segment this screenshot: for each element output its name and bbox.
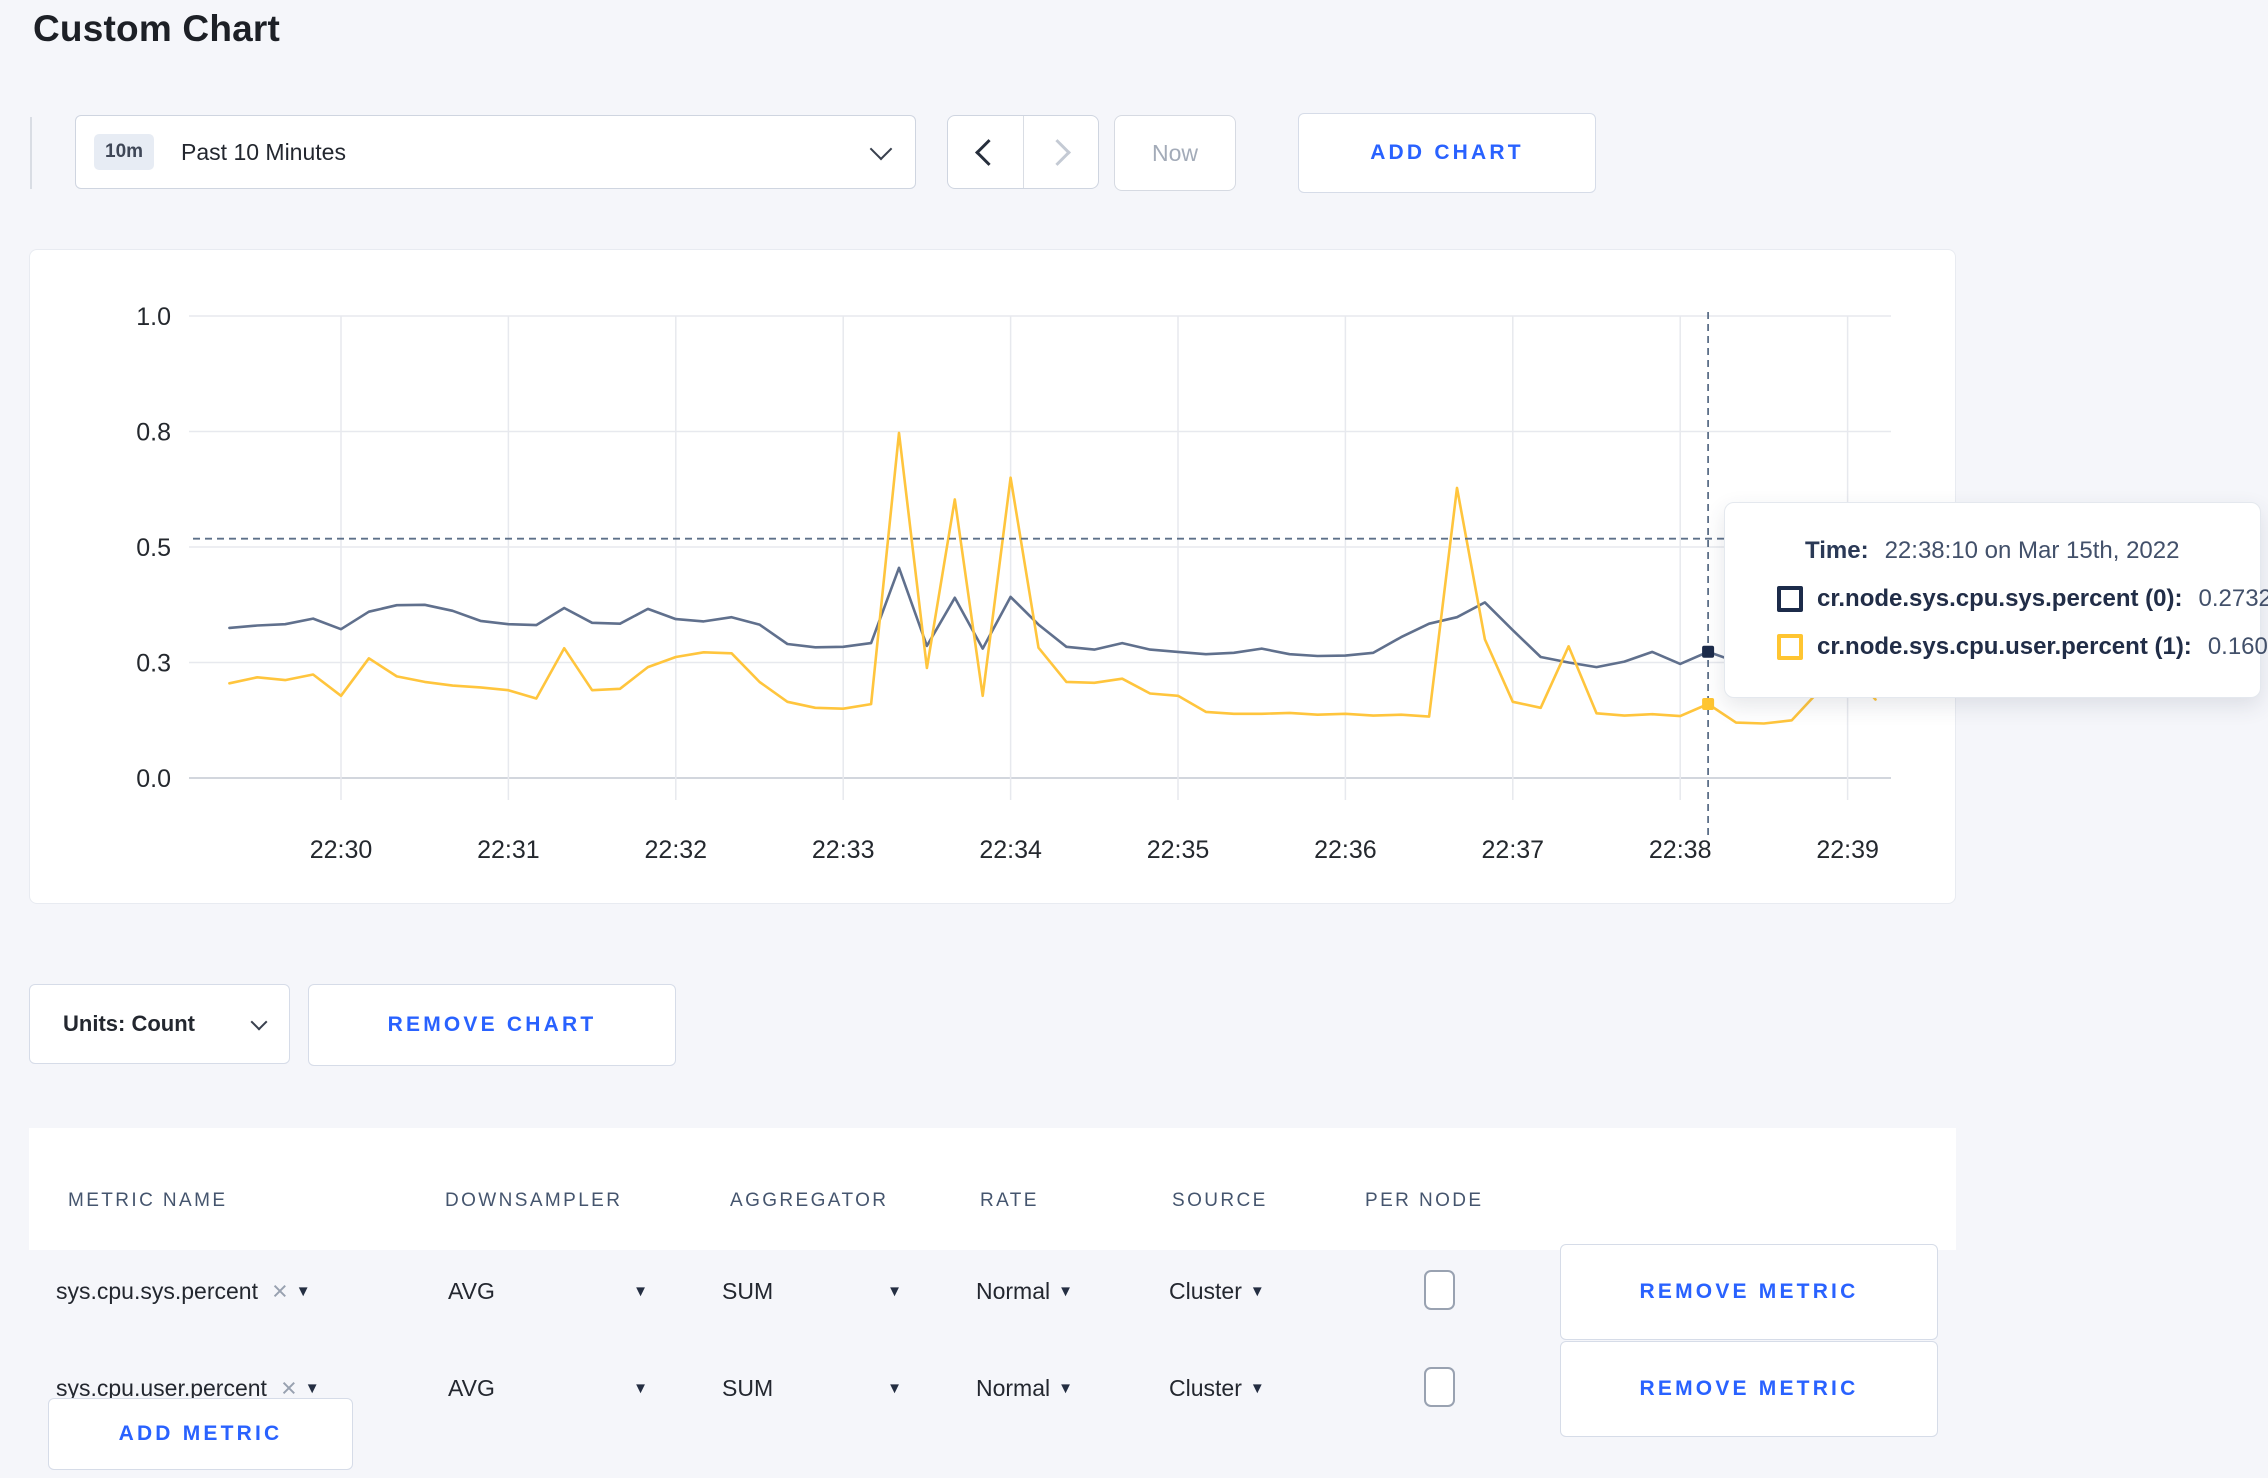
svg-text:22:34: 22:34 [979, 836, 1042, 864]
series-color-swatch-icon [1777, 634, 1803, 660]
units-select[interactable]: Units: Count [29, 984, 290, 1064]
header-per-node: PER NODE [1365, 1190, 1484, 1211]
tooltip-time-value: 22:38:10 on Mar 15th, 2022 [1884, 537, 2180, 564]
rate-select[interactable]: Normal ▼ [976, 1341, 1073, 1435]
metrics-table-header: METRIC NAME DOWNSAMPLER AGGREGATOR RATE … [29, 1128, 1956, 1250]
chevron-down-icon [250, 1013, 268, 1030]
svg-text:0.3: 0.3 [136, 650, 171, 678]
svg-text:0.0: 0.0 [136, 765, 171, 793]
next-time-button[interactable] [1022, 116, 1099, 188]
aggregator-select[interactable]: SUM ▼ [722, 1244, 902, 1338]
tooltip-series-value: 0.2732 [2198, 585, 2268, 612]
chevron-down-icon [869, 137, 893, 160]
toolbar-divider [30, 117, 32, 189]
aggregator-select[interactable]: SUM ▼ [722, 1341, 902, 1435]
remove-metric-button[interactable]: REMOVE METRIC [1560, 1341, 1938, 1437]
time-range-select[interactable]: 10m Past 10 Minutes [75, 115, 916, 189]
svg-text:0.8: 0.8 [136, 419, 171, 447]
tooltip-series-row: cr.node.sys.cpu.user.percent (1): 0.1601 [1777, 633, 2268, 661]
chevron-left-icon [974, 138, 1002, 166]
caret-down-icon: ▼ [1249, 1282, 1265, 1300]
time-range-badge: 10m [94, 134, 155, 170]
svg-text:22:33: 22:33 [812, 836, 875, 864]
downsampler-value: AVG [448, 1277, 495, 1304]
chevron-right-icon [1044, 138, 1072, 166]
downsampler-select[interactable]: AVG ▼ [448, 1244, 648, 1338]
time-range-label: Past 10 Minutes [181, 138, 346, 165]
header-downsampler: DOWNSAMPLER [445, 1190, 623, 1211]
caret-down-icon: ▼ [633, 1379, 648, 1397]
tooltip-series-name: cr.node.sys.cpu.user.percent (1): [1817, 633, 2192, 660]
chart-tooltip: Time: 22:38:10 on Mar 15th, 2022 cr.node… [1724, 502, 2268, 698]
remove-chart-button[interactable]: REMOVE CHART [308, 984, 676, 1066]
rate-select[interactable]: Normal ▼ [976, 1244, 1073, 1338]
aggregator-value: SUM [722, 1374, 774, 1401]
svg-text:1.0: 1.0 [136, 303, 171, 331]
add-chart-button[interactable]: ADD CHART [1298, 113, 1596, 193]
header-aggregator: AGGREGATOR [730, 1190, 889, 1211]
svg-text:22:31: 22:31 [477, 836, 540, 864]
tooltip-time-row: Time: 22:38:10 on Mar 15th, 2022 [1777, 537, 2236, 565]
svg-text:22:32: 22:32 [645, 836, 708, 864]
caret-down-icon: ▼ [887, 1282, 902, 1300]
tooltip-series-name: cr.node.sys.cpu.sys.percent (0): [1817, 585, 2183, 612]
svg-text:22:37: 22:37 [1482, 836, 1545, 864]
series-color-swatch-icon [1777, 586, 1803, 612]
downsampler-value: AVG [448, 1374, 495, 1401]
per-node-checkbox[interactable] [1424, 1270, 1455, 1310]
rate-value: Normal [976, 1277, 1051, 1304]
svg-text:22:30: 22:30 [310, 836, 373, 864]
source-value: Cluster [1169, 1374, 1242, 1401]
units-label: Units: Count [63, 1011, 195, 1036]
caret-down-icon: ▼ [1249, 1379, 1265, 1397]
caret-down-icon: ▼ [295, 1282, 311, 1300]
tooltip-time-label: Time: [1805, 537, 1869, 564]
header-metric-name: METRIC NAME [68, 1190, 228, 1211]
metric-name-select[interactable]: sys.cpu.sys.percent × ▼ [56, 1244, 311, 1338]
metric-name-value: sys.cpu.sys.percent [56, 1277, 258, 1304]
header-rate: RATE [980, 1190, 1039, 1211]
caret-down-icon: ▼ [304, 1379, 320, 1397]
svg-text:0.5: 0.5 [136, 534, 171, 562]
aggregator-value: SUM [722, 1277, 774, 1304]
header-source: SOURCE [1172, 1190, 1268, 1211]
tooltip-series-row: cr.node.sys.cpu.sys.percent (0): 0.2732 [1777, 585, 2268, 613]
tooltip-series-value: 0.1601 [2207, 633, 2268, 660]
source-value: Cluster [1169, 1277, 1242, 1304]
time-nav-arrows [947, 115, 1099, 189]
caret-down-icon: ▼ [887, 1379, 902, 1397]
rate-value: Normal [976, 1374, 1051, 1401]
svg-text:22:35: 22:35 [1147, 836, 1210, 864]
per-node-checkbox[interactable] [1424, 1367, 1455, 1407]
svg-text:22:39: 22:39 [1816, 836, 1879, 864]
source-select[interactable]: Cluster ▼ [1169, 1244, 1265, 1338]
clear-icon[interactable]: × [272, 1277, 288, 1305]
chart-card: 0.0 0.3 0.5 0.8 1.0 22:30 22:31 22:32 22:33 22:34… [29, 249, 1956, 904]
downsampler-select[interactable]: AVG ▼ [448, 1341, 648, 1435]
page-title: Custom Chart [33, 8, 281, 49]
prev-time-button[interactable] [948, 116, 1023, 188]
svg-text:22:38: 22:38 [1649, 836, 1712, 864]
caret-down-icon: ▼ [1058, 1282, 1073, 1300]
chart-svg[interactable]: 0.0 0.3 0.5 0.8 1.0 22:30 22:31 22:32 22:33 22:34… [30, 250, 1954, 902]
now-button[interactable]: Now [1114, 115, 1236, 191]
table-row: sys.cpu.sys.percent × ▼ AVG ▼ SUM ▼ Norm… [29, 1244, 1956, 1340]
remove-metric-button[interactable]: REMOVE METRIC [1560, 1244, 1938, 1340]
caret-down-icon: ▼ [1058, 1379, 1073, 1397]
source-select[interactable]: Cluster ▼ [1169, 1341, 1265, 1435]
caret-down-icon: ▼ [633, 1282, 648, 1300]
svg-text:22:36: 22:36 [1314, 836, 1377, 864]
add-metric-button[interactable]: ADD METRIC [48, 1398, 353, 1470]
